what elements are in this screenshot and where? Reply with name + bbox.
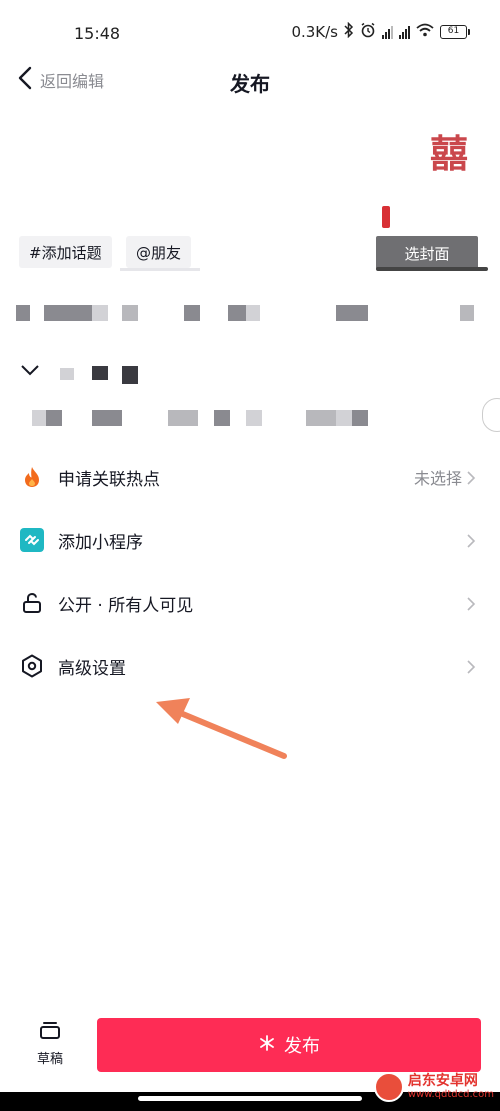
watermark-url: www.qdtdcd.com [407, 1089, 494, 1100]
settings-row-value: 未选择 [413, 469, 462, 488]
mini-program-icon [20, 528, 44, 552]
network-speed: 0.3K/s [291, 23, 338, 41]
wifi-icon [416, 23, 434, 41]
draft-button[interactable]: 草稿 [28, 1020, 72, 1076]
chevron-right-icon [464, 470, 478, 485]
settings-row-miniprogram[interactable]: 添加小程序 [0, 510, 500, 570]
chevron-right-icon [464, 533, 478, 548]
signal-icon [399, 25, 410, 39]
caption-divider [120, 268, 200, 271]
watermark-name: 启东安卓网 [407, 1073, 478, 1089]
publish-label: 发布 [284, 1036, 320, 1057]
page-title: 发布 [230, 72, 270, 96]
add-topic-button[interactable]: #添加话题 [19, 236, 112, 268]
location-icon [20, 362, 40, 378]
annotation-arrow-icon [156, 698, 287, 759]
chevron-right-icon [464, 659, 478, 674]
draft-box-icon [39, 1020, 61, 1044]
cover-art-fragment [382, 206, 390, 228]
signal-icon [382, 25, 393, 39]
alarm-icon [360, 22, 376, 42]
publish-button[interactable]: 发布 [97, 1018, 481, 1072]
unlock-icon [20, 591, 44, 615]
status-bar: 15:48 0.3K/s 61 [0, 0, 500, 60]
home-indicator[interactable] [138, 1096, 362, 1101]
watermark: 启东安卓网 www.qdtdcd.com [373, 1072, 494, 1102]
settings-row-label: 高级设置 [58, 658, 126, 679]
status-time: 15:48 [74, 24, 121, 43]
mention-friend-button[interactable]: @朋友 [126, 236, 192, 268]
settings-row-visibility[interactable]: 公开 · 所有人可见 [0, 573, 500, 633]
watermark-logo-icon [373, 1072, 404, 1102]
hexagon-settings-icon [20, 654, 44, 678]
select-cover-button[interactable]: 选封面 [376, 236, 478, 270]
cover-underline [376, 267, 488, 271]
battery-level: 61 [440, 25, 467, 39]
sparkle-icon [258, 1034, 276, 1057]
side-chip[interactable] [482, 398, 500, 432]
settings-row-label: 添加小程序 [58, 532, 143, 553]
battery-icon: 61 [440, 25, 470, 39]
cover-art: 囍 [429, 131, 468, 176]
status-icons: 0.3K/s 61 [291, 21, 470, 42]
chevron-right-icon [464, 596, 478, 611]
header: 返回编辑 发布 [0, 60, 500, 100]
settings-row-hotspot[interactable]: 申请关联热点 未选择 [0, 447, 500, 507]
settings-row-advanced[interactable]: 高级设置 [0, 636, 500, 696]
settings-row-label: 申请关联热点 [58, 469, 160, 490]
settings-row-label: 公开 · 所有人可见 [58, 595, 194, 616]
draft-label: 草稿 [36, 1052, 63, 1067]
flame-icon [20, 465, 44, 489]
bluetooth-icon [344, 21, 354, 42]
